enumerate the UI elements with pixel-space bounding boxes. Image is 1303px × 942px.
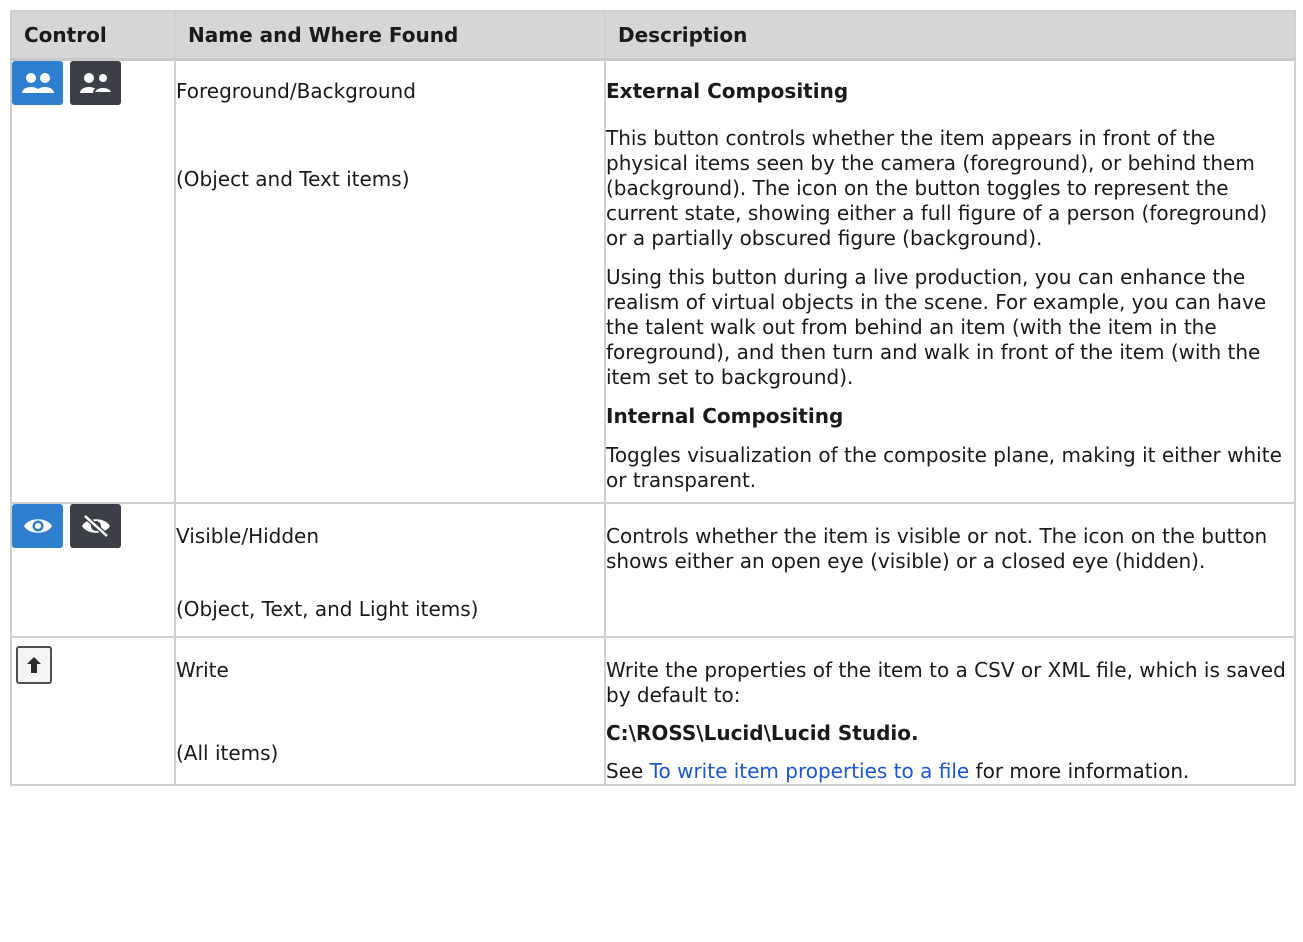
eye-icon[interactable] <box>12 504 63 548</box>
description-paragraph: Write the properties of the item to a CS… <box>606 658 1286 707</box>
description-paragraph: See To write item properties to a file f… <box>606 759 1294 784</box>
description-paragraph: This button controls whether the item ap… <box>606 126 1268 250</box>
background-people-icon[interactable] <box>70 61 121 105</box>
name-cell: Write (All items) <box>174 636 606 786</box>
write-properties-link[interactable]: To write item properties to a file <box>650 759 970 783</box>
description-paragraph: Using this button during a live producti… <box>606 265 1267 389</box>
description-cell: External Compositing This button control… <box>604 58 1296 504</box>
section-heading: External Compositing <box>606 79 849 103</box>
upload-arrow-icon[interactable] <box>16 646 52 684</box>
section-heading: Internal Compositing <box>606 404 844 428</box>
description-paragraph: Controls whether the item is visible or … <box>606 524 1268 573</box>
after-link-text: for more information. <box>969 759 1190 783</box>
control-location: (All items) <box>176 741 279 765</box>
table-header-row: Control Name and Where Found Description <box>10 10 1296 61</box>
control-location: (Object and Text items) <box>176 167 410 191</box>
header-description: Description <box>604 10 1296 61</box>
file-path: C:\ROSS\Lucid\Lucid Studio. <box>606 721 919 745</box>
description-cell: Write the properties of the item to a CS… <box>604 636 1296 786</box>
header-name-where: Name and Where Found <box>174 10 606 61</box>
table-row: Write (All items) Write the properties o… <box>10 636 1296 786</box>
name-cell: Visible/Hidden (Object, Text, and Light … <box>174 502 606 638</box>
control-name: Visible/Hidden <box>176 524 320 548</box>
see-text: See <box>606 759 650 783</box>
foreground-people-icon[interactable] <box>12 61 63 105</box>
control-name: Foreground/Background <box>176 79 416 103</box>
control-location: (Object, Text, and Light items) <box>176 597 479 621</box>
control-name: Write <box>176 658 229 682</box>
eye-slash-icon[interactable] <box>70 504 121 548</box>
description-cell: Controls whether the item is visible or … <box>604 502 1296 638</box>
header-control: Control <box>10 10 176 61</box>
control-cell <box>10 502 176 638</box>
description-paragraph: Toggles visualization of the composite p… <box>606 443 1282 492</box>
controls-table: Control Name and Where Found Description <box>10 10 1296 786</box>
table-row: Visible/Hidden (Object, Text, and Light … <box>10 502 1296 638</box>
document-body: Control Name and Where Found Description <box>10 10 1296 786</box>
control-cell <box>10 636 176 786</box>
name-cell: Foreground/Background (Object and Text i… <box>174 58 606 504</box>
control-cell <box>10 58 176 504</box>
table-row: Foreground/Background (Object and Text i… <box>10 58 1296 504</box>
